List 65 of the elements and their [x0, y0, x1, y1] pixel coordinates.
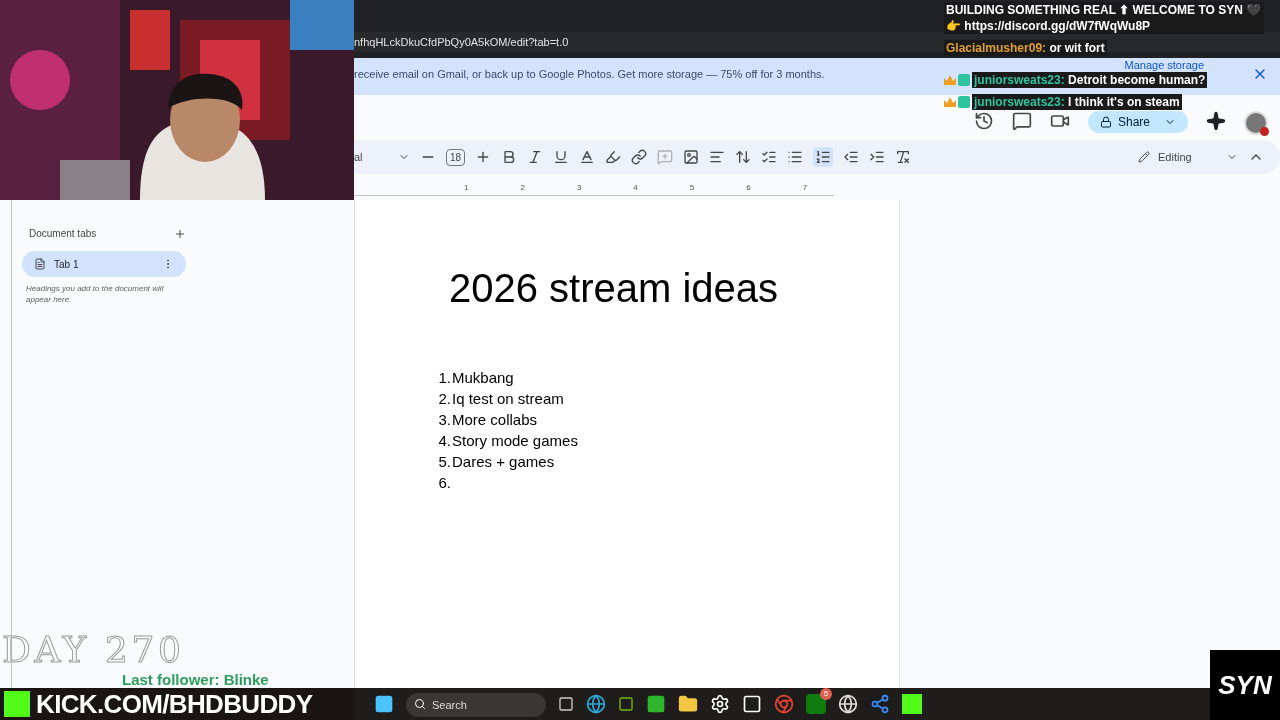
manage-storage-link[interactable]: Manage storage: [1124, 59, 1204, 71]
sparkle-icon[interactable]: [1206, 111, 1226, 131]
last-follower: Last follower: Blinke: [122, 672, 269, 687]
clear-formatting-icon[interactable]: [895, 149, 912, 165]
sidebar-hint: Headings you add to the document will appear here.: [26, 283, 165, 305]
link-icon[interactable]: [631, 149, 648, 165]
editing-mode-button[interactable]: Editing: [1138, 148, 1238, 166]
ruler-number: 4: [633, 181, 638, 194]
add-tab-icon[interactable]: [174, 227, 186, 240]
chat-message: Glacialmusher09: or wit fort: [944, 40, 1107, 56]
notification-badge: 5: [820, 688, 832, 700]
list-number: 2.: [437, 389, 451, 409]
task-view-icon[interactable]: [558, 696, 574, 712]
channel-text: KICK.COM/BHDBUDDY: [36, 691, 313, 717]
search-field[interactable]: Search: [406, 693, 546, 717]
share-button[interactable]: Share: [1087, 111, 1188, 133]
list-number: 1.: [437, 368, 451, 388]
share-app-icon[interactable]: [870, 694, 890, 714]
line-spacing-icon[interactable]: [735, 149, 752, 165]
list-number: 4.: [437, 431, 451, 451]
font-size-field[interactable]: 18: [446, 148, 466, 166]
bullet-list-icon[interactable]: [787, 149, 804, 165]
logo: SYN: [1210, 650, 1280, 720]
sidebar-title: Document tabs: [29, 227, 97, 241]
ruler-number: 6: [746, 181, 751, 194]
ruler-number: 3: [576, 181, 582, 194]
list-item: Iq test on stream: [452, 389, 564, 409]
document-tab[interactable]: Tab 1: [22, 251, 186, 277]
chat-message: BUILDING SOMETHING REAL ⬆ WELCOME TO SYN 🖤 👉 https://discord.gg/dW7fWqWu8P: [944, 2, 1264, 34]
list-number: 5.: [437, 452, 451, 472]
ruler-number: 7: [802, 181, 808, 194]
history-icon[interactable]: [973, 111, 994, 131]
highlighter-icon[interactable]: [605, 149, 622, 165]
indent-increase-icon[interactable]: [869, 149, 886, 165]
list-item: Mukbang: [452, 368, 514, 388]
url-text[interactable]: nfhqHLckDkuCfdPbQy0A5kOM/edit?tab=t.0: [354, 33, 569, 51]
list-number: 6.: [437, 473, 451, 493]
search-icon: [414, 698, 426, 710]
image-icon[interactable]: [683, 149, 700, 165]
underline-icon[interactable]: [553, 149, 570, 165]
list-item: More collabs: [452, 410, 538, 430]
ruler-number: 1: [464, 181, 469, 194]
list-number: 3.: [437, 410, 451, 430]
day-counter: DAY 270: [2, 632, 185, 668]
numbered-list-icon[interactable]: [813, 147, 834, 167]
checklist-icon[interactable]: [761, 149, 778, 165]
ruler-number: 5: [689, 181, 695, 194]
document-icon: [34, 258, 46, 270]
list-item: Dares + games: [452, 452, 555, 472]
pencil-icon: [1138, 151, 1150, 163]
document-title: 2026 stream ideas: [449, 265, 780, 312]
avatar[interactable]: [1244, 111, 1268, 135]
font-dropdown[interactable]: al: [354, 148, 388, 166]
chat-message: juniorsweats23: I think it's on steam: [972, 94, 1182, 110]
align-icon[interactable]: [709, 149, 726, 165]
ruler-number: 2: [520, 181, 525, 194]
chrome-icon[interactable]: [774, 694, 794, 714]
indent-decrease-icon[interactable]: [843, 149, 860, 165]
banner-text: receive email on Gmail, or back up to Google Photos. Get more storage — 75% off for 3 months.: [354, 67, 825, 82]
folder-icon[interactable]: [678, 694, 698, 714]
chat-message: juniorsweats23: Detroit become human?: [972, 72, 1208, 88]
comment-icon[interactable]: [1011, 111, 1032, 131]
list-item: Story mode games: [452, 431, 578, 451]
lock-icon: [1099, 116, 1112, 128]
text-color-icon[interactable]: [579, 149, 596, 165]
